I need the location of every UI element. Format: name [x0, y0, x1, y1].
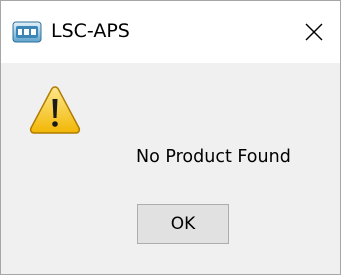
lsc-aps-app-icon — [12, 21, 42, 43]
message-dialog: LSC-APS No Product Found OK — [0, 0, 341, 275]
message-text: No Product Found — [136, 147, 291, 167]
close-button[interactable] — [294, 13, 334, 51]
window-title: LSC-APS — [51, 20, 130, 42]
ok-button[interactable]: OK — [137, 204, 229, 244]
warning-icon — [29, 85, 81, 135]
title-bar[interactable]: LSC-APS — [1, 1, 340, 63]
close-icon — [305, 23, 323, 41]
